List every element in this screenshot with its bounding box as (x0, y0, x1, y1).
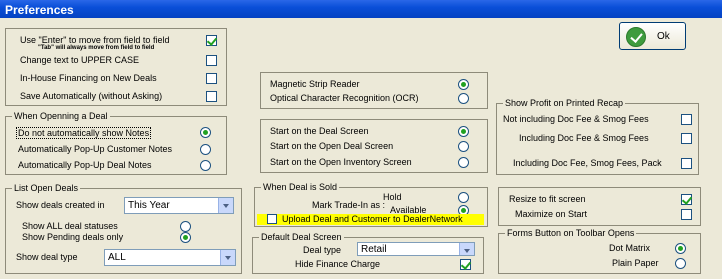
maximize-label: Maximize on Start (515, 209, 588, 219)
dot-matrix-radio[interactable] (675, 243, 686, 254)
created-in-label: Show deals created in (16, 200, 105, 210)
upper-case-checkbox[interactable] (206, 55, 217, 66)
all-statuses-radio[interactable] (180, 221, 191, 232)
ocr-radio[interactable] (458, 93, 469, 104)
chevron-down-icon[interactable] (459, 243, 474, 255)
start-screen-group: Start on the Deal Screen Start on the Op… (260, 119, 488, 173)
maximize-checkbox[interactable] (681, 209, 692, 220)
no-notes-option-label[interactable]: Do not automatically show Notes (16, 127, 152, 139)
start-open-deal-radio[interactable] (458, 141, 469, 152)
deal-notes-option-label[interactable]: Automatically Pop-Up Deal Notes (18, 160, 152, 170)
created-in-value: This Year (128, 200, 170, 211)
deal-type-value: Retail (361, 244, 387, 255)
start-deal-radio[interactable] (458, 126, 469, 137)
default-deal-group: Default Deal Screen Deal type Retail Hid… (252, 232, 484, 274)
check-circle-icon (626, 27, 646, 47)
ocr-label: Optical Character Recognition (OCR) (270, 93, 419, 103)
deal-notes-radio[interactable] (200, 160, 211, 171)
inhouse-financing-label: In-House Financing on New Deals (20, 73, 157, 83)
reader-group: Magnetic Strip Reader Optical Character … (260, 72, 488, 109)
default-deal-title: Default Deal Screen (259, 232, 344, 242)
hide-finance-label: Hide Finance Charge (295, 259, 381, 269)
upper-case-label: Change text to UPPER CASE (20, 55, 140, 65)
magnetic-strip-radio[interactable] (458, 79, 469, 90)
start-open-deal-label: Start on the Open Deal Screen (270, 141, 394, 151)
plain-paper-label: Plain Paper (612, 258, 659, 268)
resize-checkbox[interactable] (681, 194, 692, 205)
start-inventory-label: Start on the Open Inventory Screen (270, 157, 412, 167)
no-notes-radio[interactable] (200, 127, 211, 138)
created-in-select[interactable]: This Year (124, 197, 234, 214)
upload-dealernetwork-label[interactable]: Upload Deal and Customer to DealerNetwor… (282, 214, 463, 224)
recap-opt3-label: Including Doc Fee, Smog Fees, Pack (513, 158, 662, 168)
recap-opt3-checkbox[interactable] (681, 158, 692, 169)
recap-opt1-checkbox[interactable] (681, 114, 692, 125)
magnetic-strip-label: Magnetic Strip Reader (270, 79, 360, 89)
upload-dealernetwork-checkbox[interactable] (267, 214, 277, 224)
pending-only-radio[interactable] (180, 232, 191, 243)
recap-opt1-label: Not including Doc Fee & Smog Fees (503, 114, 649, 124)
deal-sold-title: When Deal is Sold (261, 182, 340, 192)
dot-matrix-label: Dot Matrix (609, 243, 651, 253)
all-statuses-label: Show ALL deal statuses (22, 221, 118, 231)
opening-deal-title: When Openning a Deal (12, 111, 110, 121)
start-deal-label: Start on the Deal Screen (270, 126, 369, 136)
screen-options-group: Resize to fit screen Maximize on Start (498, 187, 701, 226)
deal-type-filter-select[interactable]: ALL (104, 249, 236, 266)
deal-type-label: Deal type (303, 245, 342, 255)
opening-deal-group: When Openning a Deal Do not automaticall… (5, 111, 227, 175)
save-automatically-checkbox[interactable] (206, 91, 217, 102)
forms-button-title: Forms Button on Toolbar Opens (505, 228, 637, 238)
hide-finance-checkbox[interactable] (460, 259, 471, 270)
preferences-client-area: Ok Use "Enter" to move from field to fie… (0, 18, 722, 279)
customer-notes-radio[interactable] (200, 144, 211, 155)
deal-type-filter-value: ALL (108, 252, 126, 263)
chevron-down-icon[interactable] (218, 198, 233, 213)
pending-only-label: Show Pending deals only (22, 232, 124, 242)
hold-radio[interactable] (458, 192, 469, 203)
recap-opt2-checkbox[interactable] (681, 133, 692, 144)
window-title-bar: Preferences (0, 0, 722, 18)
tab-note-label: "Tab" will always move from field to fie… (38, 45, 155, 51)
save-automatically-label: Save Automatically (without Asking) (20, 91, 163, 101)
plain-paper-radio[interactable] (675, 258, 686, 269)
window-title: Preferences (5, 3, 74, 17)
deal-type-select[interactable]: Retail (357, 242, 475, 256)
ok-button[interactable]: Ok (619, 22, 686, 50)
recap-group: Show Profit on Printed Recap Not includi… (496, 98, 699, 175)
recap-opt2-label: Including Doc Fee & Smog Fees (519, 133, 649, 143)
general-options-panel: Use "Enter" to move from field to field … (5, 28, 227, 106)
hold-label: Hold (383, 192, 402, 202)
list-open-deals-title: List Open Deals (12, 183, 81, 193)
mark-trade-in-label: Mark Trade-In as : (312, 200, 386, 210)
list-open-deals-group: List Open Deals Show deals created in Th… (5, 183, 242, 274)
deal-type-filter-label: Show deal type (16, 252, 78, 262)
resize-label: Resize to fit screen (509, 194, 586, 204)
start-inventory-radio[interactable] (458, 157, 469, 168)
customer-notes-option-label[interactable]: Automatically Pop-Up Customer Notes (18, 144, 172, 154)
enter-navigation-label: Use "Enter" to move from field to field (20, 35, 170, 45)
deal-sold-group: When Deal is Sold Hold Mark Trade-In as … (254, 182, 488, 227)
forms-button-group: Forms Button on Toolbar Opens Dot Matrix… (498, 228, 701, 274)
enter-navigation-checkbox[interactable] (206, 35, 217, 46)
chevron-down-icon[interactable] (220, 250, 235, 265)
ok-button-label: Ok (657, 31, 670, 42)
recap-title: Show Profit on Printed Recap (503, 98, 626, 108)
inhouse-financing-checkbox[interactable] (206, 73, 217, 84)
